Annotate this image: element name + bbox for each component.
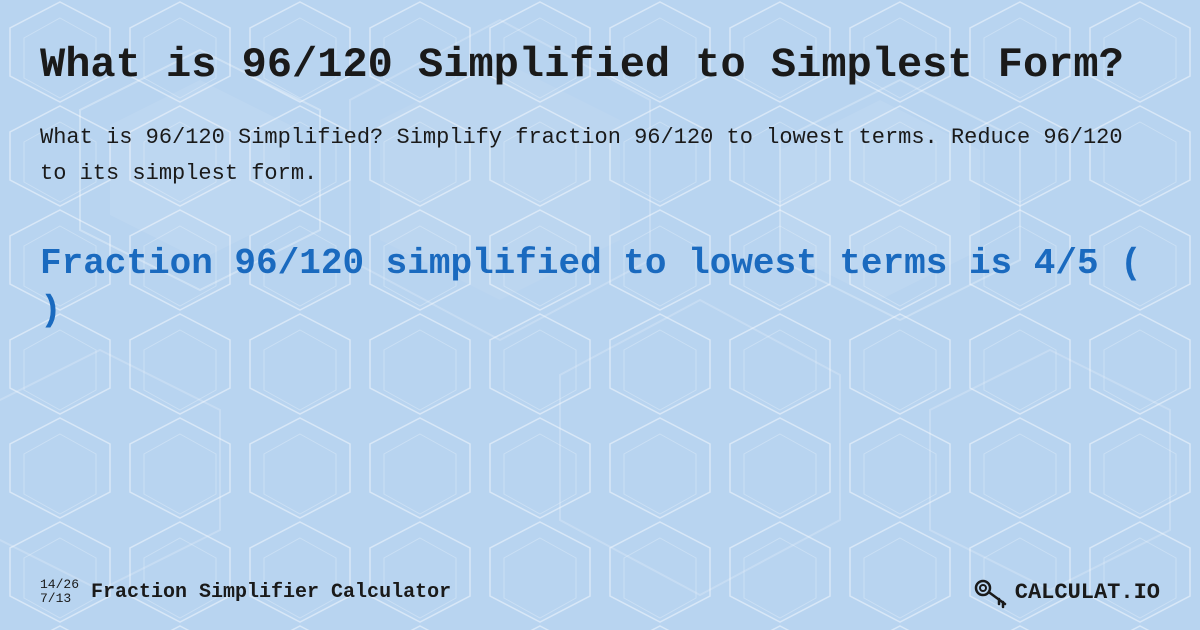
footer-title: Fraction Simplifier Calculator — [91, 581, 451, 604]
result-text: Fraction 96/120 simplified to lowest ter… — [40, 241, 1160, 335]
footer: 14/26 7/13 Fraction Simplifier Calculato… — [0, 574, 1200, 610]
footer-right: CALCULAT.IO — [971, 574, 1160, 610]
page-title: What is 96/120 Simplified to Simplest Fo… — [40, 40, 1160, 90]
result-section: Fraction 96/120 simplified to lowest ter… — [40, 241, 1160, 335]
fraction-top: 14/26 — [40, 578, 79, 592]
fraction-stack: 14/26 7/13 — [40, 578, 79, 607]
key-icon — [971, 574, 1007, 610]
calculat-logo: CALCULAT.IO — [1015, 580, 1160, 605]
fraction-bottom: 7/13 — [40, 592, 79, 606]
footer-left: 14/26 7/13 Fraction Simplifier Calculato… — [40, 578, 451, 607]
description-text: What is 96/120 Simplified? Simplify frac… — [40, 120, 1160, 190]
